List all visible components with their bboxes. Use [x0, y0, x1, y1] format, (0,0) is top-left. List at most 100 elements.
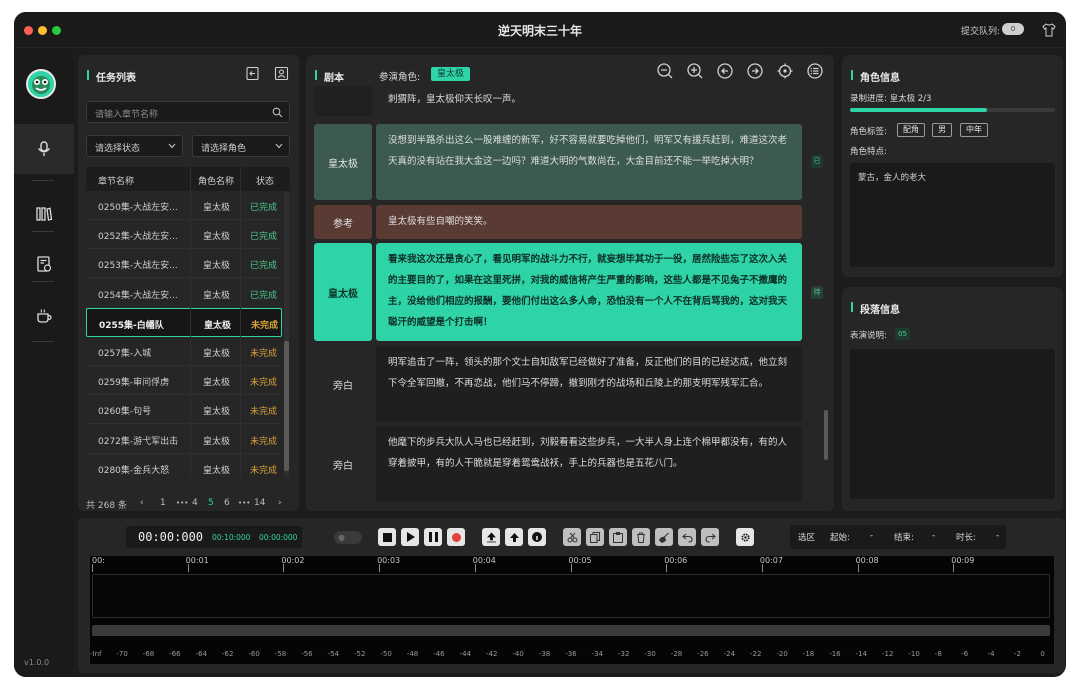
line-role[interactable]: 皇太极	[314, 124, 372, 200]
row-chapter: 0259集-审问俘虏	[98, 378, 170, 389]
list-icon[interactable]	[806, 62, 824, 80]
queue-label: 提交队列:	[960, 27, 1000, 37]
upload-button[interactable]	[505, 528, 523, 546]
db-label: -64	[195, 650, 208, 658]
paste-button[interactable]	[609, 528, 627, 546]
start-value: -	[870, 531, 874, 541]
copy-button[interactable]	[586, 528, 604, 546]
table-row[interactable]: 0260集-句号 皇太极 未完成	[86, 395, 282, 425]
line-role[interactable]: 旁白	[314, 426, 372, 502]
db-label: -46	[433, 650, 445, 658]
zoom-in-icon[interactable]	[686, 62, 704, 80]
status-filter-select[interactable]: 请选择状态	[86, 135, 183, 157]
mode-toggle[interactable]: ●	[334, 531, 362, 544]
tag: 男	[932, 123, 952, 137]
nav-coffee[interactable]	[14, 291, 74, 341]
time-b: 00:00:000	[259, 533, 298, 542]
line-role-active[interactable]: 皇太极	[314, 243, 372, 341]
table-scrollbar[interactable]	[284, 191, 289, 477]
import-icon[interactable]	[245, 66, 260, 81]
queue-toggle[interactable]: 0	[1002, 23, 1024, 35]
page-5-current[interactable]: 5	[208, 498, 214, 508]
page-14[interactable]: 14	[254, 498, 265, 508]
line-role[interactable]: 旁白	[314, 346, 372, 422]
db-label: -18	[802, 650, 815, 658]
page-1[interactable]: 1	[160, 498, 166, 508]
line-text[interactable]: 刺猬阵，皇太极仰天长叹一声。	[376, 86, 802, 116]
table-row[interactable]: 0250集-大战左安... 皇太极 已完成	[86, 191, 282, 220]
play-button[interactable]	[401, 528, 419, 546]
upload-line-icon	[486, 531, 496, 542]
ruler-label: 00:08	[855, 556, 879, 565]
title-bar: 逆天明末三十年 提交队列: 0	[14, 12, 1066, 48]
arrow-right-icon[interactable]	[746, 62, 764, 80]
line-text[interactable]: 没想到半路杀出这么一股难缠的新军，好不容易就要吃掉他们，明军又有援兵赶到，难道这…	[376, 124, 802, 200]
info-button[interactable]	[528, 528, 546, 546]
tag-list: 配角 男 中年	[897, 123, 1057, 137]
user-card-icon[interactable]	[274, 66, 289, 81]
line-text[interactable]: 皇太极有些自嘲的笑笑。	[376, 205, 802, 239]
table-row[interactable]: 0255集-白幡队 皇太极 未完成	[86, 307, 282, 337]
table-row[interactable]: 0252集-大战左安... 皇太极 已完成	[86, 220, 282, 250]
cast-role-badge[interactable]: 皇太极	[431, 67, 471, 81]
table-row[interactable]: 0272集-游弋军出击 皇太极 未完成	[86, 425, 282, 454]
line-text[interactable]: 明军追击了一阵，领头的那个文士自知敌军已经做好了准备，反正他们的目的已经达成，他…	[376, 346, 802, 422]
header-chapter: 章节名称	[98, 177, 135, 187]
row-chapter: 0260集-句号	[98, 407, 152, 418]
page-4[interactable]: 4	[192, 498, 198, 508]
db-label: -60	[248, 650, 260, 658]
page-6[interactable]: 6	[224, 498, 230, 508]
row-role: 皇太极	[203, 407, 231, 418]
books-icon	[36, 207, 53, 221]
table-row[interactable]: 0257集-入城 皇太极 未完成	[86, 337, 282, 366]
line-role[interactable]: 参考	[314, 205, 372, 239]
line-role[interactable]	[314, 86, 372, 116]
ruler-label: 00:09	[951, 556, 975, 565]
line-text-active[interactable]: 看来我这次还是贪心了，看见明军的战斗力不行，就妄想毕其功于一役，居然险些忘了这次…	[376, 243, 802, 341]
delete-button[interactable]	[632, 528, 650, 546]
gear-icon	[740, 532, 750, 542]
chapter-search-input[interactable]: 请输入章节名称	[86, 101, 290, 123]
table-row[interactable]: 0253集-大战左安... 皇太极 已完成	[86, 249, 282, 279]
redo-icon	[704, 533, 716, 543]
page-ellipsis[interactable]: •••	[238, 499, 250, 507]
record-button[interactable]	[447, 528, 465, 546]
role-filter-select[interactable]: 请选择角色	[192, 135, 290, 157]
waveform-track[interactable]	[92, 574, 1050, 618]
db-label: -54	[327, 650, 340, 658]
cut-button[interactable]	[563, 528, 581, 546]
row-role: 皇太极	[203, 465, 231, 476]
table-row[interactable]: 0254集-大战左安... 皇太极 已完成	[86, 279, 282, 308]
page-ellipsis[interactable]: •••	[176, 499, 188, 507]
traits-label: 角色特点:	[850, 147, 887, 157]
pause-button[interactable]	[424, 528, 442, 546]
table-row[interactable]: 0280集-金兵大怒 皇太极 未完成	[86, 454, 282, 477]
script-scrollbar[interactable]	[824, 410, 828, 460]
row-status: 已完成	[250, 232, 278, 243]
clean-button[interactable]	[655, 528, 673, 546]
table-row[interactable]: 0259集-审问俘虏 皇太极 未完成	[86, 366, 282, 396]
undo-button[interactable]	[678, 528, 696, 546]
line-text[interactable]: 他麾下的步兵大队人马也已经赶到，刘毅看看这些步兵，一大半人身上连个棉甲都没有，有…	[376, 426, 802, 502]
arrow-left-icon[interactable]	[716, 62, 734, 80]
script-title: 剧本	[324, 73, 344, 84]
export-button[interactable]	[482, 528, 500, 546]
settings-button[interactable]	[736, 528, 754, 546]
locate-icon[interactable]	[776, 62, 794, 80]
db-label: -42	[486, 650, 498, 658]
task-list-panel: 任务列表 请输入章节名称 请选择状态 请选择角色 章节名称 角色名称 状态 02…	[78, 55, 299, 511]
prev-page-button[interactable]: ‹	[140, 498, 144, 508]
stop-button[interactable]	[378, 528, 396, 546]
redo-button[interactable]	[701, 528, 719, 546]
zoom-out-icon[interactable]	[656, 62, 674, 80]
nav-record[interactable]	[14, 124, 74, 174]
ruler-label: 00:03	[377, 556, 401, 565]
db-label: -4	[987, 650, 995, 658]
task-list-title: 任务列表	[96, 73, 136, 84]
waveform-view[interactable]: 00: 00:01 00:02 00:03 00:04 00:05 00:06 00:07 00…	[90, 556, 1054, 664]
row-status: 未完成	[250, 349, 278, 359]
mic-icon	[37, 141, 51, 156]
row-chapter: 0257集-入城	[98, 349, 152, 359]
shirt-icon[interactable]	[1042, 23, 1056, 37]
next-page-button[interactable]: ›	[278, 498, 282, 508]
